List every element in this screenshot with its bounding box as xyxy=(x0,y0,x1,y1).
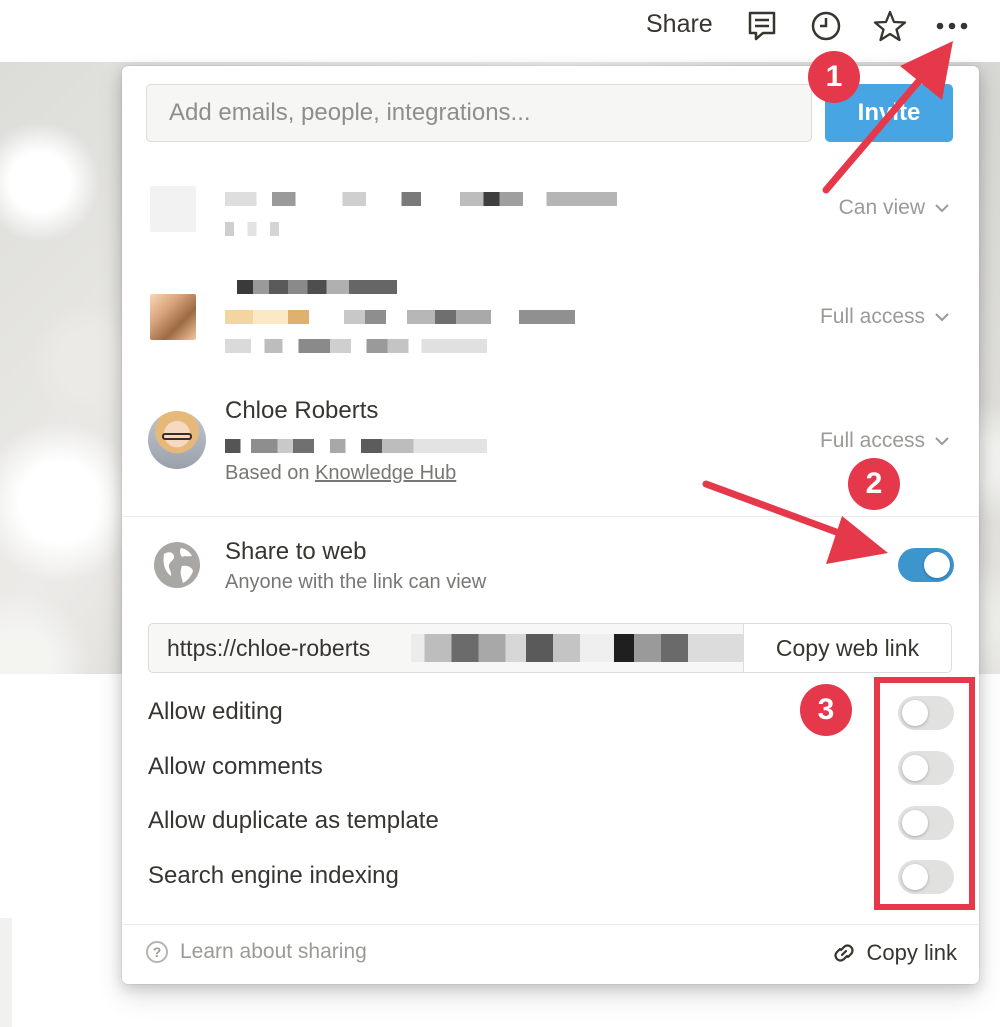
clock-icon[interactable] xyxy=(808,8,844,44)
copy-web-link-button[interactable]: Copy web link xyxy=(743,624,951,672)
member-permission-label: Full access xyxy=(819,429,925,452)
link-icon xyxy=(833,944,854,962)
chevron-down-icon xyxy=(935,313,949,322)
based-on-prefix: Based on xyxy=(225,462,310,484)
share-to-web-title: Share to web xyxy=(225,538,367,565)
member-permission-dropdown[interactable]: Full access xyxy=(820,429,949,453)
toggle-knob xyxy=(902,755,928,781)
top-bar: Share xyxy=(0,0,1000,62)
chevron-down-icon xyxy=(935,437,949,446)
toggle-knob xyxy=(902,810,928,836)
learn-about-sharing-label: Learn about sharing xyxy=(180,940,367,963)
allow-comments-toggle[interactable] xyxy=(898,751,954,785)
member-detail-redacted xyxy=(225,339,487,353)
member-email-redacted xyxy=(225,222,315,236)
member-email-redacted xyxy=(225,310,575,324)
footer-divider xyxy=(122,924,979,925)
copy-link-label: Copy link xyxy=(866,940,957,965)
allow-duplicate-toggle[interactable] xyxy=(898,806,954,840)
option-search-indexing-label: Search engine indexing xyxy=(148,862,399,889)
page-side-block xyxy=(0,918,12,1027)
member-based-on: Based on Knowledge Hub xyxy=(225,462,456,485)
avatar-glasses xyxy=(162,433,192,440)
option-allow-duplicate-label: Allow duplicate as template xyxy=(148,807,439,834)
learn-about-sharing-link[interactable]: ? Learn about sharing xyxy=(146,940,367,964)
option-allow-editing-label: Allow editing xyxy=(148,698,283,725)
based-on-link[interactable]: Knowledge Hub xyxy=(315,462,456,484)
comment-icon[interactable] xyxy=(744,8,780,44)
toggle-knob xyxy=(902,864,928,890)
member-avatar xyxy=(150,294,196,340)
member-permission-dropdown[interactable]: Full access xyxy=(820,305,949,329)
section-divider xyxy=(122,516,979,517)
invite-button[interactable]: Invite xyxy=(825,84,953,142)
member-avatar xyxy=(150,186,196,232)
allow-editing-toggle[interactable] xyxy=(898,696,954,730)
member-name-redacted xyxy=(225,192,617,206)
toggle-knob xyxy=(924,552,950,578)
web-link-url: https://chloe-roberts xyxy=(167,635,371,661)
search-indexing-toggle[interactable] xyxy=(898,860,954,894)
share-to-web-subtitle: Anyone with the link can view xyxy=(225,571,487,593)
chevron-down-icon xyxy=(935,204,949,213)
member-permission-label: Can view xyxy=(838,196,925,219)
help-icon: ? xyxy=(146,941,168,963)
star-icon[interactable] xyxy=(872,8,908,44)
option-allow-comments-label: Allow comments xyxy=(148,753,323,780)
invite-input[interactable] xyxy=(146,84,812,142)
share-button[interactable]: Share xyxy=(646,10,713,39)
member-email-redacted xyxy=(225,439,487,453)
member-permission-label: Full access xyxy=(819,305,925,328)
share-to-web-toggle[interactable] xyxy=(898,548,954,582)
copy-link-button[interactable]: Copy link xyxy=(831,940,957,966)
toggle-knob xyxy=(902,700,928,726)
web-link-url-redacted xyxy=(411,634,749,662)
member-permission-dropdown[interactable]: Can view xyxy=(839,196,949,220)
more-icon[interactable] xyxy=(934,8,970,44)
member-avatar xyxy=(148,411,206,469)
member-name-redacted xyxy=(237,280,397,294)
share-modal: Invite Can view Full access Chloe Robert… xyxy=(122,66,979,984)
globe-icon xyxy=(154,542,200,588)
member-name: Chloe Roberts xyxy=(225,397,379,424)
web-link-field[interactable]: https://chloe-roberts Copy web link xyxy=(148,623,952,673)
